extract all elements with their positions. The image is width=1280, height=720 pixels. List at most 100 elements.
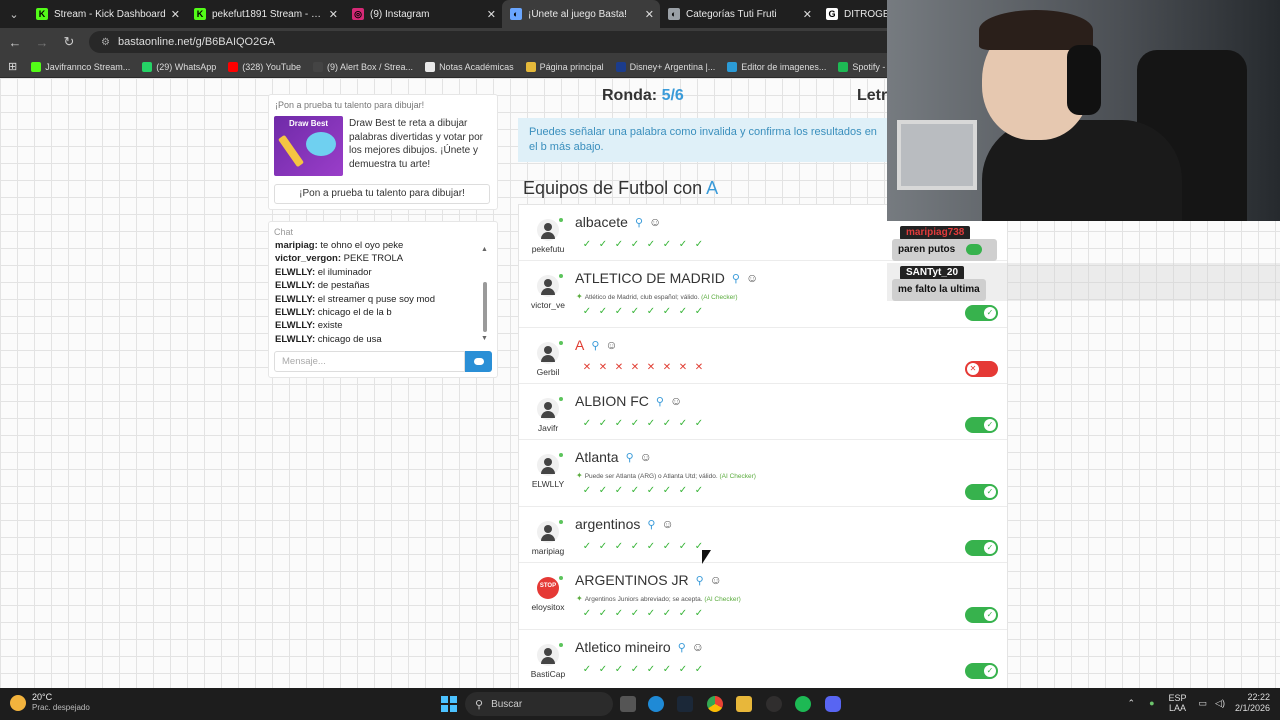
search-answer-icon[interactable]: ⚲	[591, 339, 599, 352]
chat-message: ELWLLY: el streamer q puse soy mod	[275, 293, 479, 306]
user-avatar-icon	[537, 397, 563, 420]
search-answer-icon[interactable]: ⚲	[647, 518, 655, 531]
answer-text: Atlanta	[575, 449, 619, 465]
tab-search-icon[interactable]: ⌄	[0, 0, 28, 28]
chat-scrollbar[interactable]: ▲ ▼	[481, 246, 489, 342]
bookmark-item[interactable]: Notas Académicas	[425, 61, 514, 72]
discord-icon[interactable]	[825, 696, 841, 712]
browser-tab[interactable]: ◐ Categorías Tuti Fruti ✕	[660, 0, 818, 28]
back-icon[interactable]: ←	[3, 35, 27, 50]
chat-message-input[interactable]: Mensaje...	[274, 351, 465, 372]
chat-send-button[interactable]	[465, 351, 492, 372]
react-emoji-icon[interactable]: ☺	[605, 338, 617, 352]
bookmark-item[interactable]: Javifrannco Stream...	[31, 61, 130, 72]
browser-tab[interactable]: K Stream - Kick Dashboard ✕	[28, 0, 186, 28]
ad-cta-button[interactable]: ¡Pon a prueba tu talento para dibujar!	[274, 184, 490, 204]
chat-message: ELWLLY: chicago de usa	[275, 333, 479, 345]
user-avatar-icon	[537, 520, 563, 543]
tab-title: Stream - Kick Dashboard	[54, 8, 166, 20]
player-name: maripiag	[531, 546, 565, 556]
url-text: bastaonline.net/g/B6BAIQO2GA	[117, 36, 276, 48]
windows-start-icon[interactable]	[441, 696, 457, 712]
ad-description: Draw Best te reta a dibujar palabras div…	[349, 118, 483, 170]
user-avatar-icon	[537, 218, 563, 241]
search-answer-icon[interactable]: ⚲	[635, 216, 643, 229]
chat-message: victor_vergon: PEKE TROLA	[275, 252, 479, 265]
file-explorer-icon[interactable]	[736, 696, 752, 712]
react-emoji-icon[interactable]: ☺	[649, 215, 661, 229]
chat-title: Chat	[274, 227, 294, 237]
react-emoji-icon[interactable]: ☺	[692, 640, 704, 654]
bookmark-item[interactable]: Página principal	[525, 61, 604, 72]
browser-tab[interactable]: ◐ ¡Únete al juego Basta! ✕	[502, 0, 660, 28]
bookmark-item[interactable]: (328) YouTube	[228, 61, 301, 72]
search-answer-icon[interactable]: ⚲	[656, 395, 664, 408]
player-name: Javifr	[537, 423, 559, 433]
draw-best-logo-image[interactable]: Draw Best	[274, 116, 343, 176]
volume-icon[interactable]: ◁)	[1215, 698, 1225, 709]
apps-grid-icon[interactable]: ⊞	[8, 60, 17, 73]
taskbar-search-box[interactable]: ⚲ Buscar	[465, 692, 613, 716]
browser-tab[interactable]: Kpekefut1891 Stream - Watch Li ✕	[186, 0, 344, 28]
bookmark-item[interactable]: (29) WhatsApp	[142, 61, 216, 72]
vote-check-icon: ✓	[630, 239, 640, 250]
player-name: pekefutu	[531, 244, 565, 254]
vote-check-icon: ✓	[614, 418, 624, 429]
close-tab-icon[interactable]: ✕	[645, 8, 654, 21]
vote-check-icon: ✓	[678, 608, 688, 619]
language-indicator[interactable]: ESP LAA	[1169, 693, 1187, 713]
address-bar[interactable]: ⚙ bastaonline.net/g/B6BAIQO2GA	[89, 31, 909, 53]
scroll-up-icon[interactable]: ▲	[481, 246, 488, 253]
validity-toggle[interactable]: ✓	[965, 540, 998, 556]
site-info-icon[interactable]: ⚙	[101, 37, 110, 48]
bookmark-favicon-icon	[31, 61, 42, 72]
validity-toggle[interactable]: ✓	[965, 607, 998, 623]
bookmark-item[interactable]: Editor de imagenes...	[727, 61, 826, 72]
react-emoji-icon[interactable]: ☺	[710, 573, 722, 587]
spotify-icon[interactable]	[795, 696, 811, 712]
validity-toggle[interactable]: ✓	[965, 663, 998, 679]
weather-widget[interactable]: 20°C Prac. despejado	[10, 692, 90, 713]
network-icon[interactable]: ▭	[1199, 698, 1208, 709]
tab-favicon-icon: K	[36, 8, 48, 20]
chrome-icon[interactable]	[707, 696, 723, 712]
tray-overflow-icon[interactable]: ⌃	[1128, 698, 1136, 709]
scroll-down-icon[interactable]: ▼	[481, 335, 488, 342]
stream-chat-text: paren putos	[898, 244, 956, 255]
search-answer-icon[interactable]: ⚲	[732, 272, 740, 285]
close-tab-icon[interactable]: ✕	[329, 8, 338, 21]
vote-check-icon: ✓	[662, 541, 672, 552]
scroll-thumb[interactable]	[483, 282, 487, 332]
browser-tab[interactable]: ◎ (9) Instagram ✕	[344, 0, 502, 28]
validity-toggle[interactable]: ✓	[965, 417, 998, 433]
answer-row: BastiCap Atletico mineiro ⚲ ☺ ✓ ✓ ✓ ✓ ✓ ✓ ✓ ✓ ✓	[519, 630, 1007, 688]
search-answer-icon[interactable]: ⚲	[626, 451, 634, 464]
player-votes: ✓ ✓ ✓ ✓ ✓ ✓ ✓ ✓	[579, 239, 707, 250]
edge-icon[interactable]	[648, 696, 664, 712]
vote-check-icon: ✓	[678, 541, 688, 552]
react-emoji-icon[interactable]: ☺	[661, 517, 673, 531]
microphone-icon[interactable]: ●	[1149, 698, 1154, 708]
vote-check-icon: ✓	[646, 485, 656, 496]
bookmark-item[interactable]: Disney+ Argentina |...	[615, 61, 715, 72]
obs-icon[interactable]	[766, 696, 782, 712]
steam-icon[interactable]	[677, 696, 693, 712]
speech-bubble-icon	[473, 358, 484, 365]
clock[interactable]: 22:22 2/1/2026	[1235, 692, 1270, 714]
close-tab-icon[interactable]: ✕	[171, 8, 180, 21]
validity-toggle[interactable]: ✓	[965, 484, 998, 500]
react-emoji-icon[interactable]: ☺	[670, 394, 682, 408]
vote-check-icon: ✓	[678, 306, 688, 317]
bookmark-item[interactable]: (9) Alert Box / Strea...	[313, 61, 413, 72]
task-view-icon[interactable]	[620, 696, 636, 712]
close-tab-icon[interactable]: ✕	[803, 8, 812, 21]
close-tab-icon[interactable]: ✕	[487, 8, 496, 21]
forward-icon[interactable]: →	[30, 35, 54, 50]
sun-icon	[10, 694, 26, 711]
reload-icon[interactable]: ↻	[57, 34, 81, 50]
react-emoji-icon[interactable]: ☺	[640, 450, 652, 464]
search-answer-icon[interactable]: ⚲	[678, 641, 686, 654]
validity-toggle[interactable]: ✕	[965, 361, 998, 377]
search-answer-icon[interactable]: ⚲	[696, 574, 704, 587]
react-emoji-icon[interactable]: ☺	[746, 271, 758, 285]
